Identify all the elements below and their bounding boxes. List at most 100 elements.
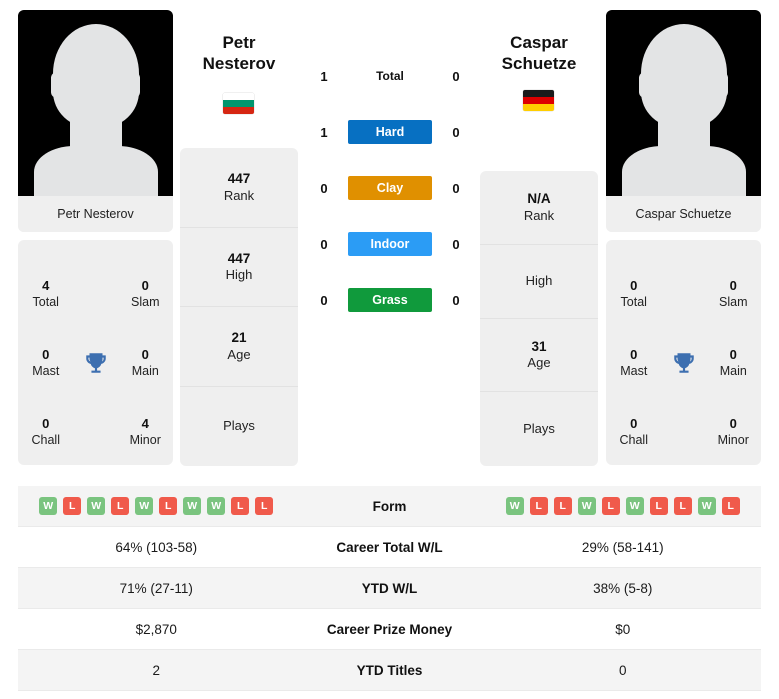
- form-badge-loss[interactable]: L: [529, 497, 548, 515]
- titles-slam-left: 0 Slam: [118, 277, 174, 311]
- avatar-ear-left: [639, 72, 651, 98]
- titles-minor-left: 4 Minor: [118, 415, 174, 449]
- rank-cell-left: 447 Rank: [180, 148, 298, 228]
- titles-mast-right: 0 Mast: [606, 346, 662, 380]
- player-name-left[interactable]: Petr Nesterov: [164, 32, 314, 75]
- form-badge-win[interactable]: W: [625, 497, 644, 515]
- form-badge-loss[interactable]: L: [111, 497, 130, 515]
- titles-main-left: 0 Main: [118, 346, 174, 380]
- player-last-name-right: Schuetze: [501, 54, 577, 74]
- titles-slam-label: Slam: [131, 295, 160, 310]
- form-badge-loss[interactable]: L: [159, 497, 178, 515]
- h2h-row-grass: 0 Grass 0: [310, 288, 470, 312]
- form-badge-loss[interactable]: L: [649, 497, 668, 515]
- h2h-row-clay: 0 Clay 0: [310, 176, 470, 200]
- titles-slam-label: Slam: [719, 295, 748, 310]
- titles-total-label: Total: [32, 295, 59, 310]
- surface-badge-indoor[interactable]: Indoor: [348, 232, 432, 256]
- titles-main-label: Main: [131, 364, 159, 379]
- titles-row-mast-main: 0 Mast 0 Main: [18, 335, 173, 391]
- rank-label: Rank: [223, 187, 255, 203]
- comparison-stats-table: W L W L W L W W L L Form W L L W L W L L W L 64% (103-58) Care…: [18, 486, 761, 691]
- age-cell-left: 21 Age: [180, 307, 298, 387]
- titles-chall-right: 0 Chall: [606, 415, 662, 449]
- stats-left-value: WLWLWLWWLL: [18, 497, 295, 515]
- player-avatar-right: [606, 10, 761, 196]
- form-list-left: WLWLWLWWLL: [39, 497, 274, 515]
- titles-main-value: 0: [141, 346, 149, 362]
- player-photo-card-right[interactable]: Caspar Schuetze: [606, 10, 761, 232]
- avatar-ear-right: [128, 72, 140, 98]
- stats-right-value: $0: [615, 621, 631, 637]
- plays-label: Plays: [523, 420, 555, 436]
- form-badge-win[interactable]: W: [87, 497, 106, 515]
- h2h-right-score: 0: [452, 68, 460, 84]
- titles-mast-value: 0: [42, 346, 50, 362]
- titles-slam-right: 0 Slam: [706, 277, 762, 311]
- form-badge-loss[interactable]: L: [721, 497, 740, 515]
- stats-row-label: Form: [372, 498, 407, 514]
- stats-table-row: 2 YTD Titles 0: [18, 650, 761, 691]
- titles-total-label: Total: [620, 295, 647, 310]
- stats-row-label: YTD Titles: [356, 662, 423, 678]
- stats-left-value: 2: [152, 662, 160, 678]
- player-photo-card-left[interactable]: Petr Nesterov: [18, 10, 173, 232]
- high-cell-left: 447 High: [180, 228, 298, 307]
- form-badge-loss[interactable]: L: [255, 497, 274, 515]
- titles-total-value: 4: [42, 277, 50, 293]
- surface-badge-grass[interactable]: Grass: [348, 288, 432, 312]
- high-cell-right: High: [480, 245, 598, 319]
- form-badge-win[interactable]: W: [39, 497, 58, 515]
- titles-main-value: 0: [729, 346, 737, 362]
- titles-total-right: 0 Total: [606, 277, 662, 311]
- h2h-left-score: 0: [320, 236, 328, 252]
- stats-table-row: 64% (103-58) Career Total W/L 29% (58-141): [18, 527, 761, 568]
- age-label: Age: [527, 355, 551, 371]
- form-badge-loss[interactable]: L: [601, 497, 620, 515]
- titles-total-value: 0: [630, 277, 638, 293]
- form-badge-loss[interactable]: L: [673, 497, 692, 515]
- titles-mast-label: Mast: [620, 364, 648, 379]
- surface-badge-clay[interactable]: Clay: [348, 176, 432, 200]
- rank-value: N/A: [527, 191, 551, 207]
- h2h-right-score: 0: [452, 292, 460, 308]
- titles-row-total-slam: 0 Total 0 Slam: [606, 266, 761, 322]
- form-badge-loss[interactable]: L: [553, 497, 572, 515]
- titles-card-left: 4 Total 0 Slam 0 Mast 0 Main 0 Chall 4 M…: [18, 240, 173, 465]
- plays-cell-left: Plays: [180, 387, 298, 467]
- stats-right-value: 29% (58-141): [581, 539, 664, 555]
- form-badge-loss[interactable]: L: [63, 497, 82, 515]
- titles-row-chall-minor: 0 Chall 4 Minor: [18, 404, 173, 460]
- player-info-stack-left: 447 Rank 447 High 21 Age Plays: [180, 148, 298, 466]
- player-name-right[interactable]: Caspar Schuetze: [464, 32, 614, 75]
- surface-badge-total[interactable]: Total: [348, 64, 432, 88]
- stats-right-value: 38% (5-8): [593, 580, 653, 596]
- plays-label: Plays: [223, 417, 255, 433]
- player-first-name-left: Petr: [222, 33, 256, 52]
- stats-table-row: W L W L W L W W L L Form W L L W L W L L W L: [18, 486, 761, 527]
- form-badge-win[interactable]: W: [697, 497, 716, 515]
- titles-chall-label: Chall: [31, 433, 61, 448]
- titles-chall-label: Chall: [619, 433, 649, 448]
- titles-row-chall-minor: 0 Chall 0 Minor: [606, 404, 761, 460]
- form-badge-win[interactable]: W: [183, 497, 202, 515]
- form-list-right: WLLWLWLLWL: [505, 497, 740, 515]
- surface-badge-hard[interactable]: Hard: [348, 120, 432, 144]
- form-badge-win[interactable]: W: [135, 497, 154, 515]
- titles-main-right: 0 Main: [706, 346, 762, 380]
- form-badge-win[interactable]: W: [207, 497, 226, 515]
- age-cell-right: 31 Age: [480, 319, 598, 393]
- stats-left-value: 71% (27-11): [119, 580, 193, 596]
- stats-left-value: $2,870: [135, 621, 177, 637]
- form-badge-win[interactable]: W: [505, 497, 524, 515]
- player-photo-name-right: Caspar Schuetze: [606, 196, 761, 232]
- titles-row-mast-main: 0 Mast 0 Main: [606, 335, 761, 391]
- form-badge-win[interactable]: W: [577, 497, 596, 515]
- high-label: High: [525, 272, 553, 288]
- age-label: Age: [227, 346, 251, 362]
- rank-value: 447: [227, 171, 251, 187]
- titles-main-label: Main: [719, 364, 747, 379]
- form-badge-loss[interactable]: L: [231, 497, 250, 515]
- player-info-stack-right: N/A Rank High 31 Age Plays: [480, 171, 598, 466]
- titles-chall-value: 0: [630, 415, 638, 431]
